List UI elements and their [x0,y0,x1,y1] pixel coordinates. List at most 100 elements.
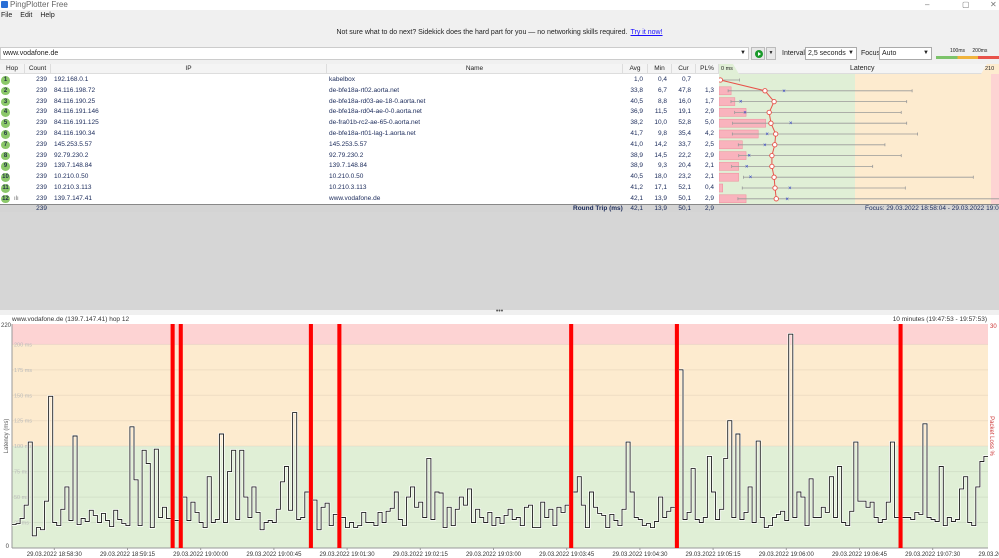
ip-cell: 139.7.147.41 [54,194,92,202]
avg-marker [768,120,774,126]
min-cell: 11,5 [654,108,667,116]
col-count[interactable]: Count [25,64,51,74]
x-tick-label: 29.03.2022 19:00:45 [246,552,302,558]
count-cell: 239 [36,86,47,94]
hop-badge: 11 [1,184,10,193]
name-cell: 92.79.230.2 [329,151,364,159]
col-name[interactable]: Name [327,64,623,74]
y-inner-tick-label: 150 ms [14,393,32,399]
bar-chart-icon[interactable]: ılı [14,194,19,205]
y-inner-tick-label: 200 ms [14,342,32,348]
name-cell: 10.210.3.113 [329,184,367,191]
packet-loss-marker [337,324,342,548]
name-cell: de-bfe18a-rt02.aorta.net [329,86,400,94]
target-input[interactable]: www.vodafone.de ▼ [0,47,749,60]
sidekick-banner: Not sure what to do next? Sidekick does … [0,27,999,39]
min-cell: 10,0 [654,119,667,127]
y2-axis-label: Packet Loss % [988,416,994,456]
name-cell: de-fra01b-rc2-ae-65-0.aorta.net [329,119,421,127]
col-pl[interactable]: PL% [696,64,719,74]
packet-loss-marker [569,324,574,548]
min-cell: 13,9 [654,194,667,202]
trace-table: Hop Count IP Name Avg Min Cur PL% 0 ms L… [0,64,999,212]
count-cell: 239 [36,173,47,181]
ip-cell: 145.253.5.57 [54,140,92,148]
current-marker-icon: × [785,197,789,203]
bad-zone [991,74,999,205]
current-marker-icon: × [782,89,786,95]
cur-cell: 19,1 [678,108,691,116]
menu-bar: File Edit Help [0,10,55,21]
avg-cell: 42,1 [630,194,643,202]
avg-marker [771,174,777,180]
packet-loss-marker [308,324,313,548]
chevron-down-icon: ▼ [768,50,774,56]
current-marker-icon: × [789,121,793,127]
interval-select[interactable]: 2,5 seconds ▼ [805,47,857,60]
table-header: Hop Count IP Name Avg Min Cur PL% 0 ms L… [0,64,999,82]
hop-badge: 4 [1,108,10,117]
x-tick-label: 29.03.2022 19:06:00 [759,552,815,558]
pl-cell: 0,4 [704,184,714,191]
cur-cell: 22,2 [678,151,691,159]
col-min[interactable]: Min [648,64,672,74]
avg-marker [766,109,772,116]
avg-cell: 36,9 [630,108,643,116]
avg-marker [771,98,777,105]
chevron-down-icon[interactable]: ▼ [740,48,746,59]
hop-badge: 9 [1,162,10,171]
current-marker-icon: × [763,143,767,149]
title-bar: PingPlotter Free [0,0,999,10]
menu-edit[interactable]: Edit [20,10,32,21]
count-cell: 239 [36,184,47,191]
y-axis-label: Latency (ms) [4,419,10,454]
ip-cell: 10.210.3.113 [54,184,92,191]
ip-cell: 139.7.148.84 [54,162,92,170]
close-button[interactable]: ✕ [990,0,997,9]
name-cell: de-bfe18a-rt01-lag-1.aorta.net [329,130,416,137]
ip-cell: 84.116.198.72 [54,86,96,94]
col-avg[interactable]: Avg [623,64,648,74]
ip-cell: 192.168.0.1 [54,76,89,83]
window-title: PingPlotter Free [10,0,68,9]
maximize-button[interactable]: ▢ [962,0,970,9]
cur-cell: 20,4 [678,162,691,170]
avg-marker [773,131,779,137]
current-marker-icon: × [765,132,769,138]
col-cur[interactable]: Cur [672,64,696,74]
empty-area [0,212,999,310]
hop-badge: 5 [1,119,10,128]
count-cell: 239 [36,194,47,202]
avg-cell: 38,2 [630,119,643,127]
col-ip[interactable]: IP [51,64,327,74]
pl-cell: 2,5 [704,140,714,148]
focus-select[interactable]: Auto ▼ [879,47,932,60]
start-options-dropdown[interactable]: ▼ [766,47,776,60]
x-tick-label: 29.03.2022 19:08:15 [978,552,999,558]
focus-label: Focus [861,50,881,57]
current-marker-icon: × [747,154,751,160]
hop-badge: 6 [1,130,10,139]
col-latency[interactable]: Latency [850,64,875,74]
y-inner-tick-label: 125 ms [14,419,32,425]
try-it-now-link[interactable]: Try it now! [631,29,663,36]
current-marker-icon: × [745,164,749,170]
start-trace-button[interactable] [751,47,765,60]
col-hop[interactable]: Hop [0,64,25,74]
menu-help[interactable]: Help [40,10,54,21]
count-cell: 239 [36,151,47,159]
min-cell: 0,4 [657,76,667,83]
x-tick-label: 29.03.2022 19:02:15 [393,552,449,558]
interval-value: 2,5 seconds [808,50,846,57]
minimize-button[interactable]: – [925,0,929,9]
avg-cell: 38,9 [630,151,643,159]
packet-loss-bar [719,172,739,182]
y-inner-tick-label: 175 ms [14,368,32,374]
count-cell: 239 [36,140,47,148]
menu-file[interactable]: File [1,10,12,21]
avg-cell: 40,5 [630,173,643,181]
cur-cell: 35,4 [678,130,691,137]
legend-200: 200ms [972,48,988,54]
x-tick-label: 29.03.2022 19:04:30 [612,552,668,558]
ip-cell: 92.79.230.2 [54,151,89,159]
